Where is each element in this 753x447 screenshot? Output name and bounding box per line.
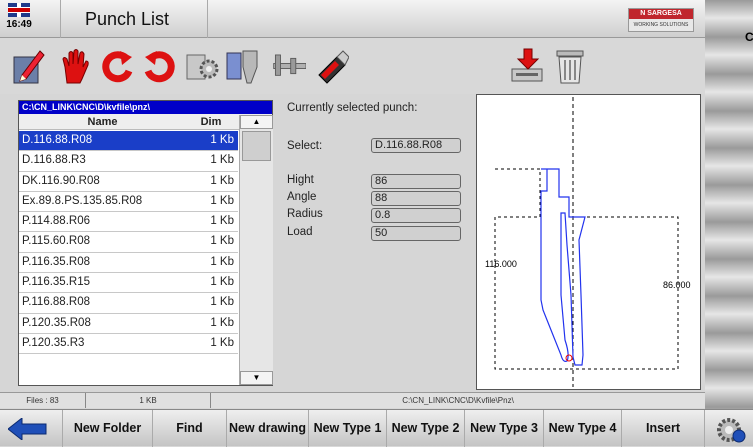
gear-icon[interactable]	[716, 416, 746, 444]
table-row[interactable]: D.116.88.R08 1 Kb	[19, 131, 238, 152]
radius-value: 0.8	[371, 208, 461, 223]
table-row[interactable]: P.120.35.R08 1 Kb	[19, 314, 238, 334]
caliper-icon[interactable]	[272, 47, 306, 85]
files-size: 1 KB	[86, 393, 211, 408]
file-list-path: C:\CN_LINK\CNC\D\kvfile\pnz\	[19, 101, 272, 114]
scroll-thumb[interactable]	[242, 131, 271, 161]
angle-value: 88	[371, 191, 461, 206]
logo-sub: WORKING SOLUTIONS	[633, 22, 689, 28]
load-label: Load	[287, 226, 313, 238]
header-bar: 16:49 Punch List N SARGESA WORKING SOLUT…	[0, 0, 705, 38]
insert-button[interactable]: Insert	[621, 410, 705, 447]
scroll-up-button[interactable]: ▲	[240, 115, 273, 129]
brand-logo: N SARGESA WORKING SOLUTIONS	[628, 8, 694, 32]
file-rows: D.116.88.R08 1 Kb D.116.88.R3 1 Kb DK.116.…	[19, 131, 238, 355]
back-arrow-icon[interactable]	[8, 418, 48, 440]
row-dim: 1 Kb	[210, 154, 234, 167]
uk-flag-icon	[8, 3, 30, 17]
status-bar: Files : 83 1 KB C:\CN_LINK\CNC\D\Kvfile\…	[0, 392, 705, 408]
column-dim-header[interactable]: Dim	[186, 114, 236, 129]
row-name: P.114.88.R06	[22, 215, 90, 228]
row-dim: 1 Kb	[210, 235, 234, 248]
table-row[interactable]: P.116.35.R08 1 Kb	[19, 253, 238, 274]
tool-settings-icon[interactable]	[185, 47, 219, 85]
table-row[interactable]: Ex.89.8.PS.135.85.R08 1 Kb	[19, 192, 238, 213]
find-button[interactable]: Find	[152, 410, 226, 447]
details-heading: Currently selected punch:	[287, 102, 418, 114]
hight-value: 86	[371, 174, 461, 189]
row-dim: 1 Kb	[210, 296, 234, 309]
table-row[interactable]: P.114.88.R06 1 Kb	[19, 212, 238, 233]
edge-letter: C	[745, 30, 753, 44]
column-name-header[interactable]: Name	[19, 114, 186, 129]
language-flag-button[interactable]: 16:49	[4, 3, 34, 35]
status-path: C:\CN_LINK\CNC\D\Kvfile\Pnz\	[402, 396, 514, 405]
rotate-right-icon[interactable]	[143, 47, 177, 85]
function-key-bar: New Folder Find New drawing New Type 1 N…	[0, 409, 753, 447]
row-name: P.120.35.R08	[22, 316, 91, 329]
trash-icon[interactable]	[553, 47, 587, 85]
row-dim: 1 Kb	[210, 174, 234, 187]
import-icon[interactable]	[510, 47, 544, 85]
usb-drive-icon[interactable]	[315, 47, 349, 85]
row-name: P.116.35.R08	[22, 255, 90, 268]
row-name: P.115.60.R08	[22, 235, 90, 248]
scroll-down-button[interactable]: ▼	[240, 371, 273, 385]
table-row[interactable]: D.116.88.R3 1 Kb	[19, 151, 238, 172]
table-row[interactable]: P.116.35.R15 1 Kb	[19, 273, 238, 294]
row-dim: 1 Kb	[210, 215, 234, 228]
side-button-strip[interactable]	[705, 0, 753, 410]
row-name: P.120.35.R3	[22, 336, 85, 349]
file-list[interactable]: C:\CN_LINK\CNC\D\kvfile\pnz\ Name Dim D.…	[18, 100, 273, 386]
table-row[interactable]: P.115.60.R08 1 Kb	[19, 232, 238, 253]
row-dim: 1 Kb	[210, 336, 234, 349]
new-folder-button[interactable]: New Folder	[62, 410, 152, 447]
load-value: 50	[371, 226, 461, 241]
table-row[interactable]: P.116.88.R08 1 Kb	[19, 293, 238, 314]
row-name: DK.116.90.R08	[22, 174, 100, 187]
clock: 16:49	[6, 19, 32, 30]
table-row[interactable]: DK.116.90.R08 1 Kb	[19, 172, 238, 192]
row-name: P.116.88.R08	[22, 296, 90, 309]
new-drawing-button[interactable]: New drawing	[226, 410, 308, 447]
punch-drawing: 116.000 86.000	[485, 97, 691, 387]
page-title: Punch List	[60, 0, 208, 38]
edit-icon[interactable]	[12, 47, 46, 85]
row-dim: 1 Kb	[210, 134, 234, 146]
radius-label: Radius	[287, 208, 323, 220]
row-dim: 1 Kb	[210, 316, 234, 329]
rotate-left-icon[interactable]	[100, 47, 134, 85]
main-content: C:\CN_LINK\CNC\D\kvfile\pnz\ Name Dim D.…	[0, 94, 705, 392]
row-name: P.116.35.R15	[22, 276, 90, 289]
row-dim: 1 Kb	[210, 194, 234, 207]
file-list-scrollbar[interactable]: ▲ ▼	[239, 115, 273, 385]
row-dim: 1 Kb	[210, 276, 234, 289]
row-name: D.116.88.R3	[22, 154, 86, 167]
select-value: D.116.88.R08	[371, 138, 461, 153]
new-type-1-button[interactable]: New Type 1	[308, 410, 386, 447]
angle-label: Angle	[287, 191, 317, 203]
new-type-3-button[interactable]: New Type 3	[464, 410, 543, 447]
punch-tool-icon[interactable]	[225, 47, 259, 85]
toolbar	[0, 39, 705, 94]
select-label: Select:	[287, 140, 323, 152]
row-dim: 1 Kb	[210, 255, 234, 268]
row-name: D.116.88.R08	[22, 134, 93, 146]
drawing-width-label: 86.000	[663, 280, 691, 290]
new-type-2-button[interactable]: New Type 2	[386, 410, 464, 447]
row-name: Ex.89.8.PS.135.85.R08	[22, 194, 143, 207]
files-count: Files : 83	[0, 393, 86, 408]
hand-stop-icon[interactable]	[58, 47, 92, 85]
hight-label: Hight	[287, 174, 314, 186]
file-list-header: Name Dim	[19, 114, 272, 130]
drawing-height-label: 116.000	[485, 259, 517, 269]
logo-brand: N SARGESA	[629, 9, 693, 19]
new-type-4-button[interactable]: New Type 4	[543, 410, 621, 447]
table-row[interactable]: P.120.35.R3 1 Kb	[19, 334, 238, 355]
punch-drawing-panel: 116.000 86.000	[476, 94, 701, 390]
